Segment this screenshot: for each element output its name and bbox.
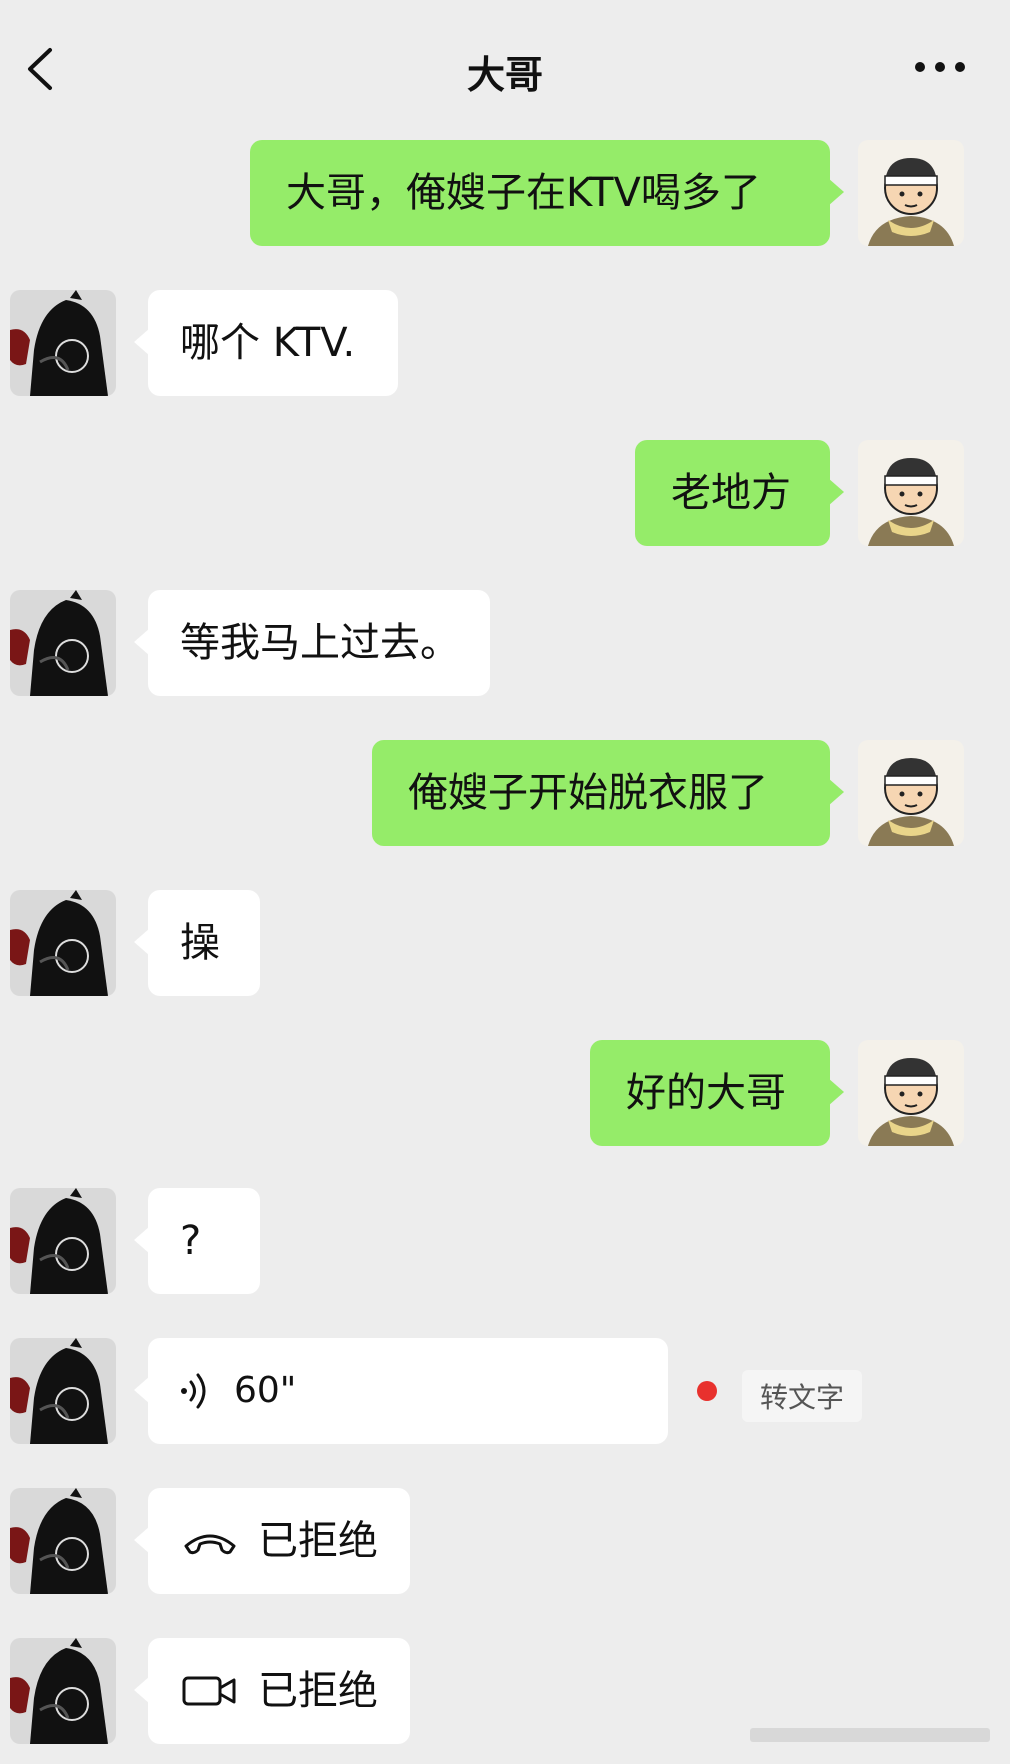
my-message-bubble[interactable]: 好的大哥	[590, 1040, 844, 1146]
my-message-bubble[interactable]: 俺嫂子开始脱衣服了	[372, 740, 844, 846]
chat-title: 大哥	[466, 53, 543, 97]
phone-handset-icon	[184, 1534, 236, 1555]
voice-duration: 60"	[234, 1370, 297, 1411]
call-status: 已拒绝	[258, 1518, 378, 1564]
cartoon-boy-avatar-icon	[858, 740, 964, 846]
contact-message-bubble[interactable]: 等我马上过去。	[134, 590, 490, 696]
voice-wave-icon	[181, 1373, 206, 1409]
my-avatar[interactable]	[858, 1040, 964, 1146]
voice-message-bubble[interactable]: 60"	[134, 1338, 668, 1444]
dark-figure-avatar-icon	[10, 1338, 116, 1444]
dark-figure-avatar-icon	[10, 290, 116, 396]
contact-avatar[interactable]	[10, 1638, 116, 1744]
transcribe-button[interactable]: 转文字	[742, 1370, 863, 1422]
cartoon-boy-avatar-icon	[858, 1040, 964, 1146]
dark-figure-avatar-icon	[10, 1638, 116, 1744]
watermark-logo	[750, 1728, 990, 1742]
contact-avatar[interactable]	[10, 290, 116, 396]
dark-figure-avatar-icon	[10, 890, 116, 996]
video-camera-icon	[182, 1676, 236, 1706]
voice-call-bubble[interactable]: 已拒绝	[134, 1488, 410, 1594]
dark-figure-avatar-icon	[10, 1188, 116, 1294]
my-avatar[interactable]	[858, 140, 964, 246]
more-dots-icon[interactable]	[910, 52, 970, 82]
contact-message-bubble[interactable]: 哪个 KTV.	[134, 290, 398, 396]
dark-figure-avatar-icon	[10, 590, 116, 696]
unread-dot	[697, 1381, 717, 1401]
chat-header: 大哥	[0, 0, 1010, 130]
my-avatar[interactable]	[858, 740, 964, 846]
video-call-bubble[interactable]: 已拒绝	[134, 1638, 410, 1744]
contact-avatar[interactable]	[10, 890, 116, 996]
contact-message-bubble[interactable]: ?	[134, 1188, 260, 1294]
my-message-bubble[interactable]: 大哥，俺嫂子在KTV喝多了	[250, 140, 844, 246]
call-status: 已拒绝	[258, 1668, 378, 1714]
cartoon-boy-avatar-icon	[858, 140, 964, 246]
contact-avatar[interactable]	[10, 590, 116, 696]
my-message-bubble[interactable]: 老地方	[635, 440, 844, 546]
contact-message-bubble[interactable]: 操	[134, 890, 260, 996]
dark-figure-avatar-icon	[10, 1488, 116, 1594]
cartoon-boy-avatar-icon	[858, 440, 964, 546]
contact-avatar[interactable]	[10, 1338, 116, 1444]
contact-avatar[interactable]	[10, 1488, 116, 1594]
my-avatar[interactable]	[858, 440, 964, 546]
contact-avatar[interactable]	[10, 1188, 116, 1294]
